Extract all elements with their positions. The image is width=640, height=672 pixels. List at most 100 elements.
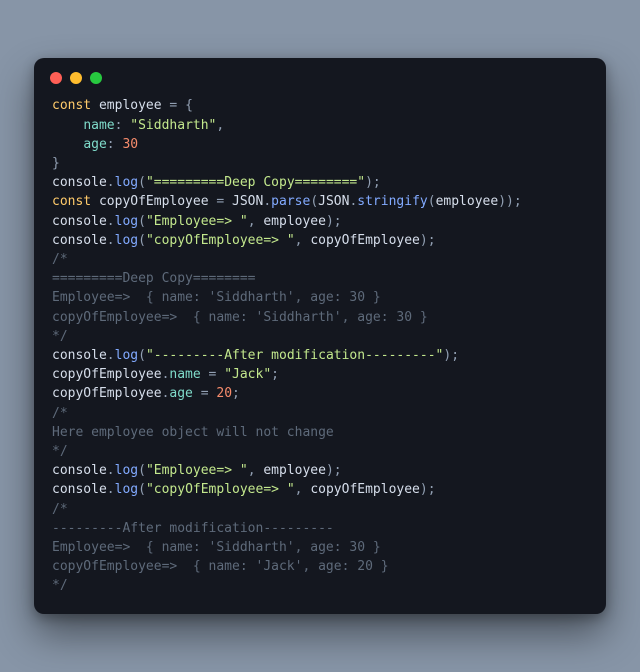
semicolon: ; <box>514 194 522 209</box>
comma: , <box>216 118 224 133</box>
ident-employee: employee <box>99 98 162 113</box>
indent <box>52 118 83 133</box>
ident-copy: copyOfEmployee <box>99 194 209 209</box>
comment-close: */ <box>52 578 68 593</box>
code-window: const employee = { name: "Siddharth", ag… <box>34 58 606 613</box>
comment-line: Employee=> { name: 'Siddharth', age: 30 … <box>52 290 381 305</box>
brace-open: { <box>185 98 193 113</box>
indent <box>52 137 83 152</box>
semicolon: ; <box>271 367 279 382</box>
string-jack: "Jack" <box>224 367 271 382</box>
paren-open: ( <box>138 482 146 497</box>
prop-age: age <box>169 386 192 401</box>
ident-copy: copyOfEmployee <box>52 386 162 401</box>
paren-close: ) <box>498 194 506 209</box>
comment-line: Here employee object will not change <box>52 425 334 440</box>
punct: = <box>162 98 185 113</box>
dot: . <box>107 482 115 497</box>
number-30: 30 <box>122 137 138 152</box>
dot: . <box>107 233 115 248</box>
zoom-icon[interactable] <box>90 72 102 84</box>
comment-close: */ <box>52 444 68 459</box>
comment-open: /* <box>52 502 68 517</box>
semicolon: ; <box>373 175 381 190</box>
ident-copy: copyOfEmployee <box>310 233 420 248</box>
number-20: 20 <box>216 386 232 401</box>
comma: , <box>295 233 311 248</box>
string-emp-label: "Employee=> " <box>146 463 248 478</box>
comment-close: */ <box>52 329 68 344</box>
paren-close: ) <box>420 482 428 497</box>
dot: . <box>107 463 115 478</box>
punct: = <box>209 194 232 209</box>
ident-console: console <box>52 463 107 478</box>
string-copy-label: "copyOfEmployee=> " <box>146 233 295 248</box>
ident-copy: copyOfEmployee <box>310 482 420 497</box>
prop-name: name <box>83 118 114 133</box>
prop-age: age <box>83 137 106 152</box>
string-copy-label: "copyOfEmployee=> " <box>146 482 295 497</box>
semicolon: ; <box>428 482 436 497</box>
string-siddharth: "Siddharth" <box>130 118 216 133</box>
ident-console: console <box>52 233 107 248</box>
ident-json: JSON <box>232 194 263 209</box>
ident-console: console <box>52 348 107 363</box>
semicolon: ; <box>451 348 459 363</box>
keyword-const: const <box>52 98 91 113</box>
paren-close: ) <box>365 175 373 190</box>
comma: , <box>248 463 264 478</box>
colon: : <box>115 118 131 133</box>
paren-close: ) <box>420 233 428 248</box>
fn-log: log <box>115 482 138 497</box>
paren-open: ( <box>138 233 146 248</box>
semicolon: ; <box>428 233 436 248</box>
ident-console: console <box>52 175 107 190</box>
semicolon: ; <box>232 386 240 401</box>
comment-line: copyOfEmployee=> { name: 'Siddharth', ag… <box>52 310 428 325</box>
paren-open: ( <box>310 194 318 209</box>
comment-line: ---------After modification--------- <box>52 521 334 536</box>
close-icon[interactable] <box>50 72 62 84</box>
string-deep-header: "=========Deep Copy========" <box>146 175 365 190</box>
ident-json: JSON <box>318 194 349 209</box>
comment-open: /* <box>52 406 68 421</box>
stage: const employee = { name: "Siddharth", ag… <box>0 0 640 672</box>
dot: . <box>107 348 115 363</box>
dot: . <box>263 194 271 209</box>
paren-open: ( <box>138 348 146 363</box>
ident-console: console <box>52 214 107 229</box>
ident-copy: copyOfEmployee <box>52 367 162 382</box>
comment-line: copyOfEmployee=> { name: 'Jack', age: 20… <box>52 559 389 574</box>
punct: = <box>201 367 224 382</box>
paren-close: ) <box>326 463 334 478</box>
keyword-const: const <box>52 194 91 209</box>
dot: . <box>107 175 115 190</box>
comma: , <box>295 482 311 497</box>
colon: : <box>107 137 123 152</box>
fn-log: log <box>115 233 138 248</box>
string-emp-label: "Employee=> " <box>146 214 248 229</box>
minimize-icon[interactable] <box>70 72 82 84</box>
paren-open: ( <box>428 194 436 209</box>
fn-stringify: stringify <box>357 194 427 209</box>
ident-employee: employee <box>436 194 499 209</box>
fn-log: log <box>115 348 138 363</box>
semicolon: ; <box>334 463 342 478</box>
punct: = <box>193 386 216 401</box>
ident-employee: employee <box>263 463 326 478</box>
fn-log: log <box>115 214 138 229</box>
paren-close: ) <box>326 214 334 229</box>
code-block: const employee = { name: "Siddharth", ag… <box>34 90 606 599</box>
paren-close: ) <box>506 194 514 209</box>
fn-log: log <box>115 463 138 478</box>
comma: , <box>248 214 264 229</box>
paren-open: ( <box>138 175 146 190</box>
paren-open: ( <box>138 214 146 229</box>
comment-open: /* <box>52 252 68 267</box>
dot: . <box>107 214 115 229</box>
comment-line: Employee=> { name: 'Siddharth', age: 30 … <box>52 540 381 555</box>
prop-name: name <box>169 367 200 382</box>
brace-close: } <box>52 156 60 171</box>
ident-console: console <box>52 482 107 497</box>
semicolon: ; <box>334 214 342 229</box>
